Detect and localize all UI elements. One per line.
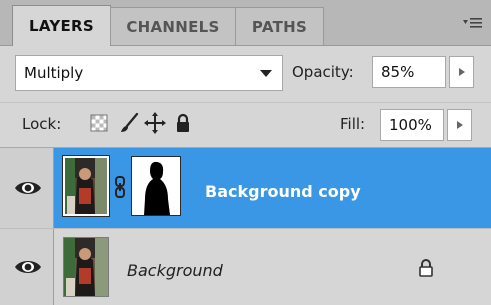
layer-name[interactable]: Background (127, 261, 223, 280)
fill-slider-button[interactable] (447, 109, 472, 141)
opacity-slider-button[interactable] (449, 56, 474, 88)
lock-image-pixels-icon[interactable] (118, 112, 140, 134)
layer-mask-image (132, 157, 180, 215)
lock-options-row: Lock: Fill: 100% (0, 103, 491, 148)
panel-tab-strip: LAYERS CHANNELS PATHS (0, 0, 491, 46)
layer-thumbnail-image (65, 158, 107, 214)
lock-icon (419, 259, 433, 277)
layer-mask-thumbnail[interactable] (131, 156, 181, 216)
lock-position-icon[interactable] (144, 112, 166, 134)
link-icon[interactable] (113, 176, 127, 198)
blend-mode-select[interactable]: Multiply (15, 55, 283, 91)
fill-value: 100% (389, 116, 432, 134)
visibility-toggle[interactable] (0, 229, 54, 305)
panel-menu-icon-glyph (463, 18, 482, 28)
tab-channels[interactable]: CHANNELS (110, 7, 236, 45)
lock-transparent-pixels-icon[interactable] (88, 112, 110, 134)
lock-all-icon[interactable] (172, 112, 194, 134)
lock-label: Lock: (22, 115, 62, 133)
layer-thumbnail[interactable] (63, 237, 109, 297)
opacity-input[interactable]: 85% (372, 56, 446, 88)
layer-name[interactable]: Background copy (205, 182, 361, 201)
chevron-down-icon (260, 70, 272, 77)
layer-row-background[interactable]: Background (0, 228, 491, 305)
eye-icon (15, 182, 41, 194)
blend-options-row: Multiply Opacity: 85% (0, 46, 491, 103)
fill-input[interactable]: 100% (380, 109, 444, 141)
tab-paths[interactable]: PATHS (235, 7, 324, 45)
layers-panel: LAYERS CHANNELS PATHS Multiply Opacity: … (0, 0, 491, 305)
eye-icon (15, 261, 41, 273)
chevron-right-icon (456, 121, 463, 129)
chevron-right-icon (458, 68, 465, 76)
opacity-label: Opacity: (292, 63, 354, 81)
layer-thumbnail[interactable] (62, 155, 110, 217)
opacity-value: 85% (381, 63, 415, 81)
panel-menu-icon[interactable] (463, 16, 483, 30)
layer-row-background-copy[interactable]: Background copy (0, 148, 491, 228)
fill-label: Fill: (340, 115, 366, 133)
visibility-toggle[interactable] (0, 148, 54, 228)
blend-mode-value: Multiply (24, 64, 84, 82)
layer-thumbnail-image (64, 238, 108, 296)
tab-layers[interactable]: LAYERS (12, 5, 111, 46)
